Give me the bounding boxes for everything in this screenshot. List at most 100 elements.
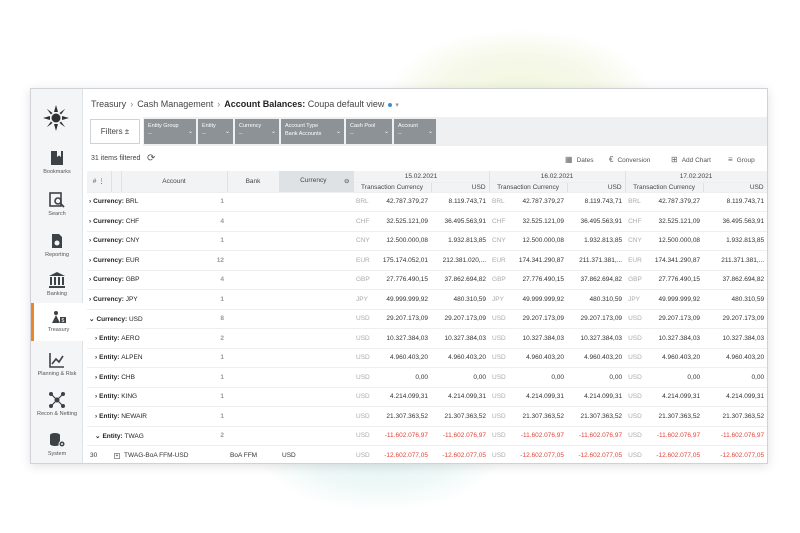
chevron-down-icon[interactable]: ▾	[395, 102, 399, 109]
filter-chip-entity[interactable]: Entity -- ⌄	[198, 119, 233, 144]
dates-button[interactable]: ▦ Dates	[565, 155, 594, 164]
view-name[interactable]: Coupa default view	[308, 99, 385, 109]
filter-chip-account-type[interactable]: Account Type Bank Accounts ⌄	[281, 119, 344, 144]
table-row[interactable]: ⌄ Currency: USD 8 USD 29.207.173,09 29.207.17…	[87, 309, 767, 329]
sidebar-item-label: Reporting	[45, 252, 69, 258]
group-value[interactable]: TWAG	[125, 433, 144, 440]
column-menu-icon[interactable]: ⋮	[98, 178, 105, 185]
filter-chip-cash-pool[interactable]: Cash Pool -- ⌄	[346, 119, 392, 144]
chip-value: --	[148, 131, 152, 137]
currency-group-row-label[interactable]: ⌄ Currency: USD 8	[87, 309, 227, 329]
column-header-transaction-currency[interactable]: Transaction Currency	[353, 182, 432, 193]
column-header-transaction-currency[interactable]: Transaction Currency	[489, 182, 568, 193]
table-row[interactable]: › Entity: KING 1 USD 4.214.099,31 4.214.099,3…	[87, 387, 767, 407]
breadcrumb-cash-management[interactable]: Cash Management	[137, 99, 213, 109]
column-header-usd[interactable]: USD	[567, 182, 626, 193]
coupa-logo-icon[interactable]	[41, 103, 71, 133]
column-header-currency[interactable]: Currency ⊖	[279, 171, 354, 193]
column-header-number[interactable]: # ⋮	[87, 171, 112, 193]
filter-chip-entity-group[interactable]: Entity Group -- ⌄	[144, 119, 196, 144]
currency-group-row-label[interactable]: › Currency: EUR 12	[87, 250, 227, 271]
currency-group-row-label[interactable]: › Currency: BRL 1	[87, 192, 227, 212]
table-row[interactable]: › Entity: ALPEN 1 USD 4.960.403,20 4.960.403,…	[87, 348, 767, 368]
sidebar-item-reporting[interactable]: Reporting	[31, 228, 83, 268]
table-row[interactable]: › Currency: GBP 4 GBP 27.776.490,15 37.862.69…	[87, 270, 767, 290]
chevron-right-icon[interactable]: ›	[95, 374, 97, 381]
account-name[interactable]: TWAG-BoA FFM-USD	[121, 445, 227, 463]
transaction-currency-code: CHF	[625, 211, 648, 232]
sidebar-item-planning-risk[interactable]: Planning & Risk	[31, 347, 83, 387]
transaction-currency-code: USD	[489, 426, 512, 446]
column-header-account[interactable]: Account	[121, 171, 228, 193]
group-value[interactable]: KING	[121, 393, 137, 400]
row-checkbox[interactable]: +	[111, 445, 121, 463]
chevron-right-icon[interactable]: ›	[89, 218, 91, 225]
chevron-right-icon[interactable]: ›	[89, 237, 91, 244]
chip-value: --	[398, 131, 402, 137]
transaction-currency-code: USD	[625, 348, 648, 368]
table-row[interactable]: › Currency: CNY 1 CNY 12.500.000,08 1.932.813…	[87, 231, 767, 251]
transaction-currency-amount: -12.602.077,05	[375, 445, 431, 463]
table-row[interactable]: › Entity: AERO 2 USD 10.327.384,03 10.327.384…	[87, 328, 767, 349]
table-row[interactable]: ⌄ Entity: TWAG 2 USD -11.602.076,97 -11.602.0…	[87, 426, 767, 446]
chevron-right-icon[interactable]: ›	[89, 257, 91, 264]
currency-group-row-label[interactable]: › Currency: GBP 4	[87, 270, 227, 290]
table-row[interactable]: › Currency: JPY 1 JPY 49.999.999,92 480.310,5…	[87, 289, 767, 310]
table-row[interactable]: › Currency: BRL 1 BRL 42.787.379,27 8.119.743…	[87, 192, 767, 212]
entity-group-row-label[interactable]: › Entity: AERO 2	[87, 328, 227, 349]
filters-button[interactable]: Filters ±	[90, 119, 140, 144]
table-row[interactable]: 30 + TWAG-BoA FFM-USD BoA FFM USD USD -12.602.…	[87, 445, 767, 463]
column-header-bank[interactable]: Bank	[227, 171, 280, 193]
group-value[interactable]: AERO	[121, 335, 139, 342]
sidebar-item-search[interactable]: Search	[31, 187, 83, 227]
entity-group-row-label[interactable]: › Entity: ALPEN 1	[87, 348, 227, 368]
chevron-right-icon[interactable]: ›	[89, 198, 91, 205]
currency-group-row-label[interactable]: › Currency: JPY 1	[87, 289, 227, 310]
empty-cell	[227, 387, 279, 407]
column-header-transaction-currency[interactable]: Transaction Currency	[625, 182, 704, 193]
chevron-right-icon[interactable]: ›	[89, 296, 91, 303]
filter-chip-currency[interactable]: Currency -- ⌄	[235, 119, 279, 144]
entity-group-row-label[interactable]: › Entity: CHB 1	[87, 367, 227, 388]
table-row[interactable]: › Entity: CHB 1 USD 0,00 0,00 USD 0,00 0,00 USD 0,…	[87, 367, 767, 388]
column-header-usd[interactable]: USD	[431, 182, 490, 193]
conversion-button[interactable]: € Conversion	[609, 155, 650, 164]
chevron-right-icon[interactable]: ›	[95, 354, 97, 361]
add-chart-button[interactable]: ⊞ Add Chart	[671, 155, 711, 164]
table-row[interactable]: › Currency: CHF 4 CHF 32.525.121,09 36.495.56…	[87, 211, 767, 232]
entity-group-row-label[interactable]: › Entity: KING 1	[87, 387, 227, 407]
chevron-down-icon[interactable]: ⌄	[89, 316, 94, 323]
entity-group-row-label[interactable]: › Entity: NEWAIR 1	[87, 406, 227, 427]
sidebar-item-bookmarks[interactable]: Bookmarks	[31, 145, 83, 185]
empty-cell	[227, 309, 279, 329]
column-header-usd[interactable]: USD	[703, 182, 767, 193]
currency-group-row-label[interactable]: › Currency: CNY 1	[87, 231, 227, 251]
usd-amount: 36.495.563,91	[703, 211, 767, 232]
chevron-right-icon[interactable]: ›	[95, 393, 97, 400]
group-value[interactable]: CHB	[121, 374, 135, 381]
usd-amount: 10.327.384,03	[703, 328, 767, 349]
sidebar-item-recon-netting[interactable]: Recon & Netting	[31, 387, 83, 427]
column-toggle-icon[interactable]: ⊖	[344, 177, 349, 185]
chevron-down-icon[interactable]: ⌄	[95, 433, 100, 440]
bookmark-icon	[51, 151, 63, 165]
group-button[interactable]: ≡ Group	[728, 155, 755, 164]
chevron-right-icon[interactable]: ›	[89, 276, 91, 283]
chevron-right-icon[interactable]: ›	[95, 413, 97, 420]
chevron-right-icon[interactable]: ›	[95, 335, 97, 342]
group-value[interactable]: NEWAIR	[121, 413, 147, 420]
empty-cell	[279, 309, 353, 329]
entity-group-row-label[interactable]: ⌄ Entity: TWAG 2	[87, 426, 227, 446]
table-row[interactable]: › Entity: NEWAIR 1 USD 21.307.363,52 21.307.3…	[87, 406, 767, 427]
group-value[interactable]: ALPEN	[121, 354, 142, 361]
sidebar-item-banking[interactable]: Banking	[31, 267, 83, 307]
filter-chip-account[interactable]: Account -- ⌄	[394, 119, 436, 144]
sidebar-item-system[interactable]: System	[31, 427, 83, 463]
refresh-icon[interactable]: ⟳	[147, 153, 155, 164]
column-group-date-3: 17.02.2021	[625, 171, 767, 183]
table-row[interactable]: › Currency: EUR 12 EUR 175.174.052,01 212.381…	[87, 250, 767, 271]
currency-group-row-label[interactable]: › Currency: CHF 4	[87, 211, 227, 232]
sidebar-item-treasury[interactable]: $ Treasury	[31, 303, 83, 341]
breadcrumb-treasury[interactable]: Treasury	[91, 99, 126, 109]
expand-box-icon[interactable]: +	[114, 452, 120, 459]
